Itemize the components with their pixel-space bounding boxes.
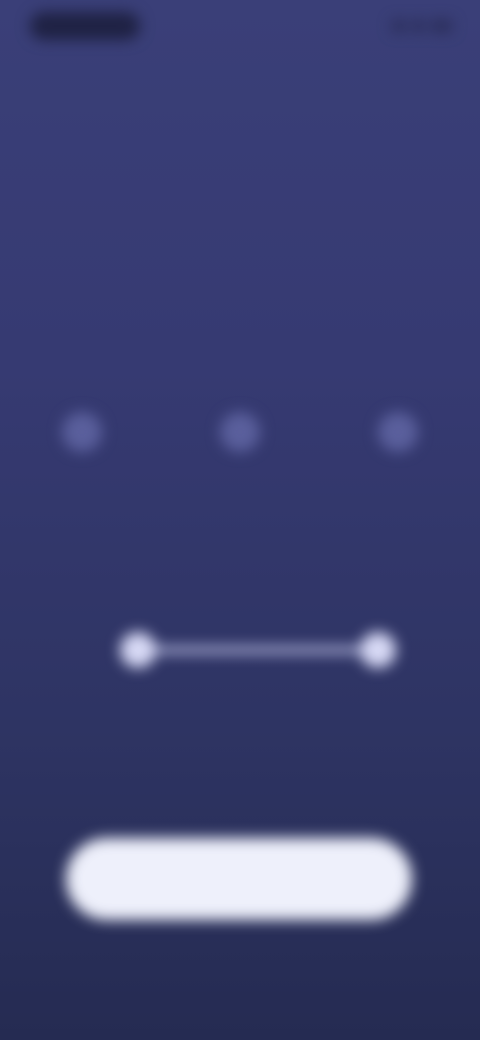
range-slider[interactable]: [120, 632, 396, 668]
continue-button[interactable]: [66, 838, 412, 920]
status-bar: [0, 0, 480, 52]
option-2-icon: [220, 412, 260, 452]
battery-icon: [430, 20, 452, 32]
status-icons: [392, 16, 452, 36]
app-screen: [0, 0, 480, 1040]
option-1-icon: [62, 412, 102, 452]
secondary-link[interactable]: [180, 958, 300, 978]
slider-fill: [138, 647, 378, 653]
option-3-icon: [378, 412, 418, 452]
slider-thumb-low[interactable]: [120, 632, 156, 668]
options-row: [40, 412, 440, 482]
signal-icon: [392, 20, 407, 32]
option-item-1[interactable]: [40, 412, 124, 482]
status-time: [30, 12, 140, 40]
option-item-3[interactable]: [356, 412, 440, 482]
option-item-2[interactable]: [198, 412, 282, 482]
wifi-icon: [412, 20, 425, 32]
slider-thumb-high[interactable]: [360, 632, 396, 668]
